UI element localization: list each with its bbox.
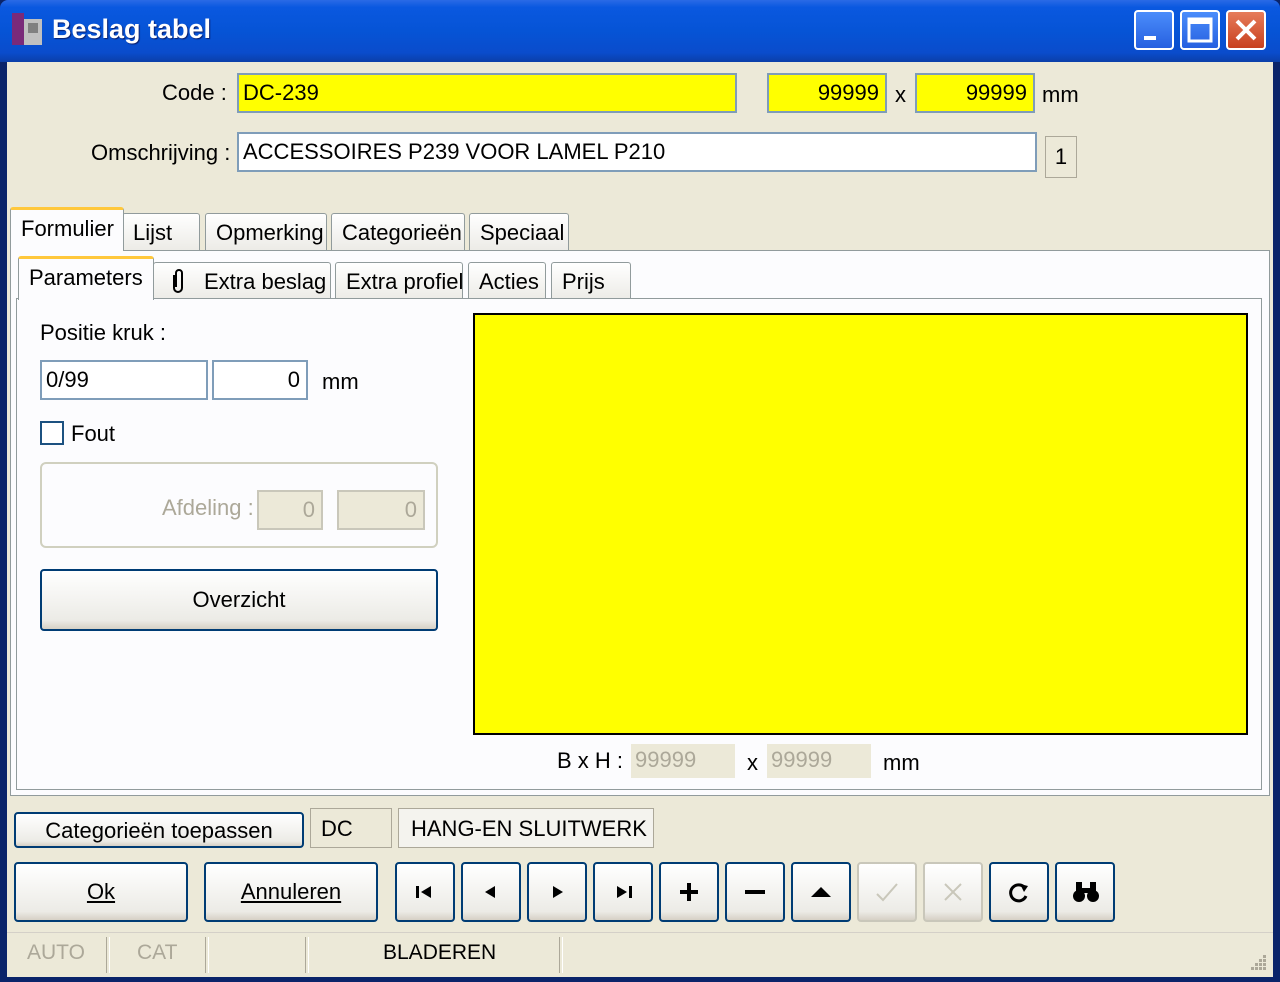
- subtab-extra-profiel[interactable]: Extra profiel: [335, 262, 463, 300]
- status-divider: [106, 937, 110, 973]
- b-field[interactable]: 99999: [631, 744, 735, 778]
- subtab-parameters[interactable]: Parameters: [18, 256, 154, 300]
- search-button[interactable]: [1055, 862, 1115, 922]
- first-record-button[interactable]: [395, 862, 455, 922]
- resize-grip-icon[interactable]: [1247, 951, 1267, 971]
- next-record-icon: [553, 886, 563, 898]
- previous-record-button[interactable]: [461, 862, 521, 922]
- cancel-edit-button[interactable]: [923, 862, 983, 922]
- status-divider: [559, 937, 563, 973]
- categorieen-toepassen-button[interactable]: Categorieën toepassen: [14, 812, 304, 848]
- width-field[interactable]: 99999: [767, 73, 887, 113]
- afdeling-field-1[interactable]: 0: [257, 490, 323, 530]
- afdeling-label: Afdeling :: [162, 495, 254, 520]
- post-record-button[interactable]: [857, 862, 917, 922]
- status-divider: [305, 937, 309, 973]
- refresh-button[interactable]: [989, 862, 1049, 922]
- fout-label: Fout: [71, 421, 116, 446]
- tab-lijst[interactable]: Lijst: [122, 213, 200, 251]
- annuleren-button-label: Annuleren: [240, 879, 342, 904]
- minus-icon: [745, 890, 765, 894]
- close-button[interactable]: [1226, 10, 1266, 50]
- ok-button[interactable]: Ok: [14, 862, 188, 922]
- mm-label: mm: [1042, 82, 1079, 107]
- omschrijving-label: Omschrijving :: [91, 140, 231, 165]
- fout-checkbox[interactable]: [40, 421, 64, 445]
- overzicht-button[interactable]: Overzicht: [40, 569, 438, 631]
- bxh-mm-label: mm: [883, 750, 920, 775]
- edit-record-button[interactable]: [791, 862, 851, 922]
- maximize-icon: [1187, 17, 1213, 43]
- window-title: Beslag tabel: [52, 14, 212, 44]
- positie-kruk-mm-field[interactable]: 0: [212, 360, 308, 400]
- subtab-extra-beslag-label: Extra beslag: [204, 269, 327, 294]
- afdeling-field-2[interactable]: 0: [337, 490, 425, 530]
- minimize-icon: [1144, 36, 1156, 40]
- tab-opmerking[interactable]: Opmerking: [205, 213, 327, 251]
- tab-formulier[interactable]: Formulier: [10, 207, 124, 251]
- refresh-icon: [1009, 883, 1028, 903]
- plus-icon: [680, 883, 698, 901]
- positie-mm-label: mm: [322, 369, 359, 394]
- status-divider: [205, 937, 209, 973]
- cross-icon: [944, 883, 962, 901]
- paperclip-icon: [173, 269, 183, 293]
- last-record-icon: [617, 886, 632, 898]
- up-triangle-icon: [811, 887, 831, 897]
- subtab-acties[interactable]: Acties: [468, 262, 546, 300]
- record-count-badge: 1: [1045, 136, 1077, 178]
- times-label: x: [895, 82, 906, 107]
- beslag-tabel-window: Beslag tabel Code : DC-239 99999 x 99999…: [0, 0, 1280, 982]
- close-icon: [1235, 19, 1257, 41]
- omschrijving-field[interactable]: ACCESSOIRES P239 VOOR LAMEL P210: [237, 132, 1037, 172]
- subtab-prijs[interactable]: Prijs: [551, 262, 631, 300]
- annuleren-button[interactable]: Annuleren: [204, 862, 378, 922]
- status-bar: AUTO CAT BLADEREN: [7, 932, 1273, 977]
- client-area: Code : DC-239 99999 x 99999 mm Omschrijv…: [7, 62, 1273, 977]
- h-field[interactable]: 99999: [767, 744, 871, 778]
- status-mode: BLADEREN: [383, 941, 497, 964]
- add-record-button[interactable]: [659, 862, 719, 922]
- status-cat: CAT: [137, 941, 178, 964]
- checkmark-icon: [876, 883, 898, 902]
- bxh-label: B x H :: [557, 748, 624, 773]
- code-label: Code :: [162, 80, 227, 105]
- category-code: DC: [310, 808, 392, 848]
- maximize-button[interactable]: [1180, 10, 1220, 50]
- bxh-times-label: x: [747, 750, 758, 775]
- preview-canvas: [473, 313, 1248, 735]
- last-record-button[interactable]: [593, 862, 653, 922]
- first-record-icon: [416, 886, 431, 898]
- category-name: HANG-EN SLUITWERK: [398, 808, 654, 848]
- minimize-button[interactable]: [1134, 10, 1174, 50]
- positie-kruk-label: Positie kruk :: [40, 320, 166, 345]
- next-record-button[interactable]: [527, 862, 587, 922]
- previous-record-icon: [485, 886, 495, 898]
- status-auto: AUTO: [27, 941, 85, 964]
- subtab-extra-beslag[interactable]: Extra beslag: [153, 262, 331, 300]
- tab-categorieen[interactable]: Categorieën: [331, 213, 465, 251]
- app-icon: [12, 13, 42, 45]
- code-field[interactable]: DC-239: [237, 73, 737, 113]
- height-field[interactable]: 99999: [915, 73, 1035, 113]
- tab-speciaal[interactable]: Speciaal: [469, 213, 569, 251]
- binoculars-icon: [1073, 882, 1099, 902]
- delete-record-button[interactable]: [725, 862, 785, 922]
- positie-kruk-field[interactable]: 0/99: [40, 360, 208, 400]
- title-bar[interactable]: Beslag tabel: [0, 0, 1280, 62]
- ok-button-label: Ok: [86, 879, 116, 904]
